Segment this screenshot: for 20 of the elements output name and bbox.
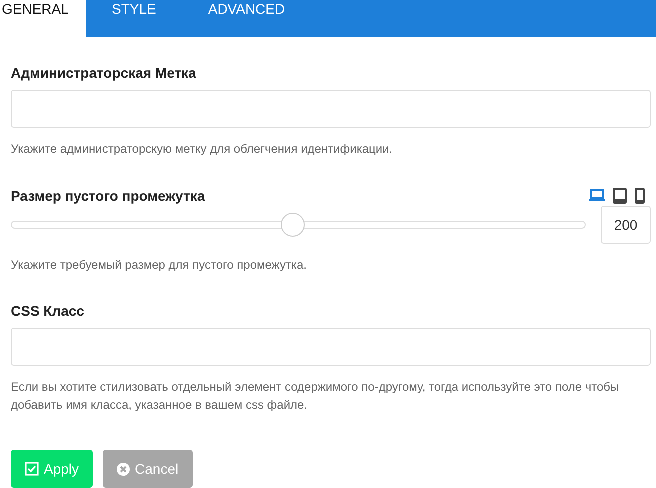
tablet-icon[interactable] — [613, 188, 627, 204]
tab[interactable]: STYLE — [86, 0, 182, 37]
slider[interactable] — [11, 213, 586, 237]
cancel-button[interactable]: Cancel — [103, 450, 193, 488]
field-label: Размер пустого промежутка — [11, 188, 206, 204]
checkbox-icon — [25, 462, 39, 476]
field-label: Администраторская Метка — [11, 65, 198, 81]
input-field[interactable] — [11, 328, 651, 366]
slider-thumb[interactable] — [280, 213, 305, 237]
tab[interactable]: ADVANCED — [182, 0, 312, 37]
tab[interactable]: GENERAL — [0, 0, 86, 37]
phone-icon[interactable] — [635, 188, 645, 204]
input-field[interactable] — [11, 90, 651, 128]
laptop-icon[interactable] — [589, 188, 605, 202]
close-icon — [117, 462, 130, 476]
hint-text: Укажите требуемый размер для пустого промежутка. — [11, 257, 308, 274]
hint-text: Если вы хотите стилизовать отдельный элемент содержимого по-другому, тогда используйте это поле чтобы добавить имя класса, указанное в вашем css файле. — [11, 379, 620, 414]
field-label: CSS Класс — [11, 303, 86, 319]
hint-text: Укажите администраторскую метку для облегчения идентификации. — [11, 141, 394, 158]
value-field[interactable]: 200 — [601, 206, 651, 244]
